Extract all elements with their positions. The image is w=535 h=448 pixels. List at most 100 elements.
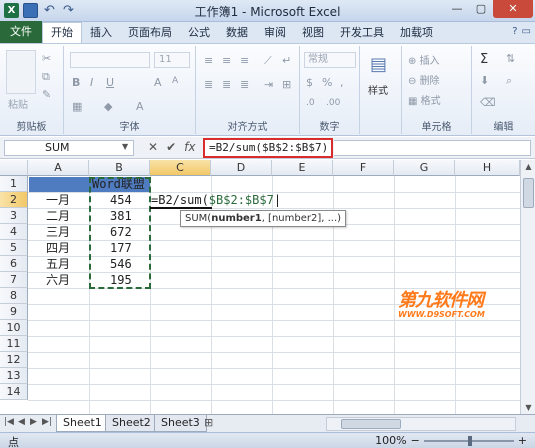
tab-review[interactable]: 审阅 [256,23,294,43]
worksheet-grid[interactable]: A B C D E F G H 1 2 3 4 5 6 7 8 9 10 11 … [0,160,520,414]
row-header[interactable]: 3 [0,208,28,224]
font-grow-icon[interactable]: A [154,76,162,89]
ribbon-minimize-icon[interactable]: ▭ [522,26,531,37]
font-color-icon[interactable]: A [136,100,144,113]
horizontal-scrollbar[interactable] [326,417,516,431]
comma-icon[interactable]: , [340,76,344,89]
scroll-down-icon[interactable]: ▼ [523,403,534,412]
clear-icon[interactable]: ⌫ [480,96,496,109]
column-header-a[interactable]: A [28,160,89,176]
help-icon[interactable]: ? [512,26,517,37]
increase-decimal-icon[interactable]: .0 [306,98,315,108]
cancel-icon[interactable]: ✕ [148,140,158,154]
column-header-f[interactable]: F [333,160,394,176]
row-header[interactable]: 11 [0,336,28,352]
next-sheet-icon[interactable]: ▶ [30,417,37,427]
column-header-e[interactable]: E [272,160,333,176]
format-painter-icon[interactable]: ✎ [42,88,51,101]
tab-add-ins[interactable]: 加载项 [392,23,441,43]
format-cells-button[interactable]: ▦ 格式 [408,92,441,107]
align-bottom-icon[interactable]: ≡ [240,54,249,67]
orientation-icon[interactable]: ⟋ [264,54,272,68]
zoom-slider[interactable] [423,435,514,446]
indent-icon[interactable]: ⇥ [264,78,273,91]
zoom-out-icon[interactable]: − [411,434,420,447]
minimize-button[interactable]: — [445,0,469,18]
paste-icon[interactable] [6,50,36,94]
name-box[interactable]: SUM [4,140,134,156]
tab-data[interactable]: 数据 [218,23,256,43]
month-cell[interactable]: 五月 [46,256,70,272]
row-header[interactable]: 9 [0,304,28,320]
tab-file[interactable]: 文件 [0,21,42,43]
month-cell[interactable]: 二月 [46,208,70,224]
find-select-icon[interactable]: ⌕ [506,74,512,88]
tab-formulas[interactable]: 公式 [180,23,218,43]
horizontal-scroll-thumb[interactable] [341,419,401,429]
merge-icon[interactable]: ⊞ [282,78,291,91]
font-size-input[interactable]: 11 [154,52,190,68]
formula-input-extension[interactable] [334,140,531,156]
align-right-icon[interactable]: ≣ [240,78,249,91]
border-icon[interactable]: ▦ [72,100,82,113]
wrap-text-icon[interactable]: ↵ [282,54,291,67]
autosum-icon[interactable]: Σ [480,52,488,67]
row-header[interactable]: 13 [0,368,28,384]
maximize-button[interactable]: ▢ [469,0,493,18]
row-header[interactable]: 12 [0,352,28,368]
insert-sheet-icon[interactable]: ⊞ [204,416,213,429]
month-cell[interactable]: 三月 [46,224,70,240]
font-name-input[interactable] [70,52,150,68]
column-header-b[interactable]: B [89,160,150,176]
font-shrink-icon[interactable]: A [172,76,178,86]
row-header[interactable]: 10 [0,320,28,336]
last-sheet-icon[interactable]: ▶| [42,417,52,427]
currency-icon[interactable]: $ [306,76,313,89]
percent-icon[interactable]: % [322,76,332,89]
sheet-tab-2[interactable]: Sheet2 [105,415,158,432]
sheet-tab-1[interactable]: Sheet1 [56,415,109,432]
row-header[interactable]: 5 [0,240,28,256]
number-format-select[interactable]: 常规 [304,52,356,68]
bold-button[interactable]: B [72,76,80,89]
align-left-icon[interactable]: ≣ [204,78,213,91]
sheet-tab-3[interactable]: Sheet3 [154,415,207,432]
delete-cells-button[interactable]: ⊖ 删除 [408,72,440,87]
row-header[interactable]: 8 [0,288,28,304]
styles-label[interactable]: 样式 [368,82,388,97]
tab-home[interactable]: 开始 [42,22,82,43]
month-cell[interactable]: 四月 [46,240,70,256]
tab-page-layout[interactable]: 页面布局 [120,23,180,43]
row-header[interactable]: 1 [0,176,28,192]
tab-insert[interactable]: 插入 [82,23,120,43]
prev-sheet-icon[interactable]: ◀ [18,417,25,427]
underline-button[interactable]: U [106,76,114,89]
row-header[interactable]: 2 [0,192,28,208]
month-cell[interactable]: 一月 [46,192,70,208]
formula-input[interactable]: =B2/sum($B$2:$B$7) [203,138,333,158]
row-header[interactable]: 7 [0,272,28,288]
editing-cell-text[interactable]: =B2/sum($B$2:$B$7| [151,192,281,208]
italic-button[interactable]: I [90,76,93,89]
first-sheet-icon[interactable]: |◀ [4,417,14,427]
chevron-down-icon[interactable]: ▼ [122,142,128,151]
select-all-corner[interactable] [0,160,28,176]
align-top-icon[interactable]: ≡ [204,54,213,67]
styles-icon[interactable]: ▤ [370,54,387,75]
column-header-c[interactable]: C [150,160,211,176]
align-middle-icon[interactable]: ≡ [222,54,231,67]
row-header[interactable]: 4 [0,224,28,240]
insert-cells-button[interactable]: ⊕ 插入 [408,52,440,67]
zoom-in-icon[interactable]: + [518,434,527,447]
column-header-g[interactable]: G [394,160,455,176]
month-cell[interactable]: 六月 [46,272,70,288]
row-header[interactable]: 14 [0,384,28,400]
fill-icon[interactable]: ⬇ [480,74,489,87]
row-header[interactable]: 6 [0,256,28,272]
column-header-h[interactable]: H [455,160,520,176]
zoom-slider-knob[interactable] [467,435,472,446]
tab-developer[interactable]: 开发工具 [332,23,392,43]
decrease-decimal-icon[interactable]: .00 [326,98,340,108]
close-button[interactable]: ✕ [493,0,533,18]
zoom-level[interactable]: 100% [375,434,406,447]
